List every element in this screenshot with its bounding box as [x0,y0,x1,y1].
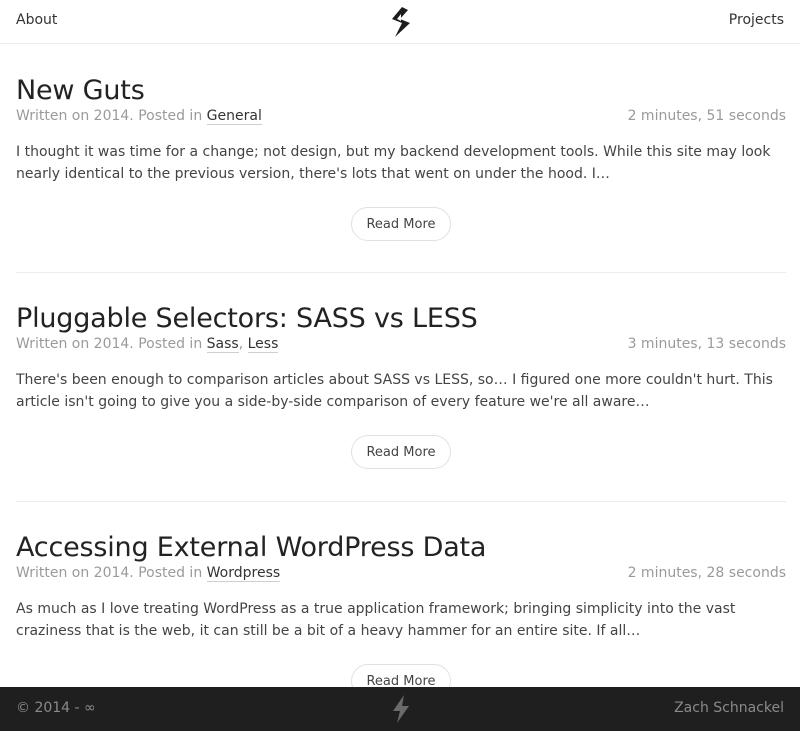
post-meta-prefix: Written on 2014. Posted in [16,108,207,124]
category-link-less[interactable]: Less [247,336,279,353]
reading-time: 2 minutes, 28 seconds [627,565,786,581]
post-title[interactable]: Accessing External WordPress Data [16,531,786,565]
post-meta-prefix: Written on 2014. Posted in [16,565,207,581]
category-link-general[interactable]: General [206,108,262,125]
post-title[interactable]: Pluggable Selectors: SASS vs LESS [16,302,786,336]
post-meta: Written on 2014. Posted in Sass, Less 3 … [16,336,786,356]
read-more-button[interactable]: Read More [351,435,451,469]
post-title[interactable]: New Guts [16,74,786,108]
post-card: New Guts Written on 2014. Posted in Gene… [16,74,786,273]
post-meta-left: Written on 2014. Posted in General [16,108,262,125]
category-link-sass[interactable]: Sass [206,336,239,353]
nav-about-link[interactable]: About [16,12,57,28]
reading-time: 2 minutes, 51 seconds [627,108,786,124]
top-navigation-bar: About Projects [0,0,800,44]
post-meta: Written on 2014. Posted in Wordpress 2 m… [16,565,786,585]
category-separator: , [238,336,248,352]
copyright-text: © 2014 - ∞ [16,700,96,716]
nav-projects-link[interactable]: Projects [729,12,784,28]
post-meta-left: Written on 2014. Posted in Sass, Less [16,336,279,353]
category-link-wordpress[interactable]: Wordpress [206,565,281,582]
post-card: Pluggable Selectors: SASS vs LESS Writte… [16,302,786,502]
post-meta-left: Written on 2014. Posted in Wordpress [16,565,281,582]
read-more-button[interactable]: Read More [351,207,451,241]
lightning-logo-icon[interactable] [389,7,413,37]
post-excerpt: There's been enough to comparison articl… [16,372,773,410]
post-excerpt: As much as I love treating WordPress as … [16,601,736,639]
footer-bar: © 2014 - ∞ Zach Schnackel [0,687,800,731]
post-excerpt: I thought it was time for a change; not … [16,144,771,182]
post-meta: Written on 2014. Posted in General 2 min… [16,108,786,128]
post-meta-prefix: Written on 2014. Posted in [16,336,207,352]
author-name: Zach Schnackel [674,700,784,716]
reading-time: 3 minutes, 13 seconds [627,336,786,352]
lightning-footer-icon[interactable] [390,695,412,723]
